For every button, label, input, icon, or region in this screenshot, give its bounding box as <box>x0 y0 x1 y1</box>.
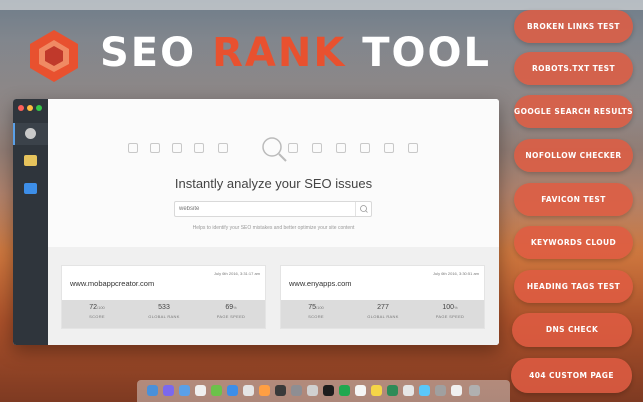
feature-404-custom-page: 404 CUSTOM PAGE <box>511 358 632 393</box>
decor-icon <box>288 143 298 153</box>
page-speed-value: 69 <box>225 304 234 311</box>
zoom-window-button[interactable] <box>36 105 42 111</box>
page-speed-label: PAGE SPEED <box>216 314 246 319</box>
envelope-icon[interactable] <box>24 183 37 194</box>
decor-icon <box>194 143 204 153</box>
page-speed-suffix: % <box>454 305 458 310</box>
magnifier-icon <box>262 137 287 162</box>
decor-icon <box>128 143 138 153</box>
dock-app-icon[interactable] <box>339 385 350 396</box>
dock-app-icon[interactable] <box>195 385 206 396</box>
title-accent: RANK <box>212 30 347 76</box>
stat-global-rank: 277 GLOBAL RANK <box>353 304 413 319</box>
global-rank-label: GLOBAL RANK <box>148 314 180 319</box>
result-card[interactable]: July 6th 2016, 3:30:51 am www.enyapps.co… <box>280 265 485 329</box>
feature-robots-txt-test: ROBOTS.TXT TEST <box>514 52 633 85</box>
decor-icon <box>218 143 228 153</box>
search-icon <box>360 205 368 213</box>
decor-icon <box>408 143 418 153</box>
score-value: 72 <box>89 304 97 311</box>
feature-keywords-cloud: KEYWORDS CLOUD <box>514 226 633 259</box>
search-button[interactable] <box>355 202 371 216</box>
dock-app-icon[interactable] <box>291 385 302 396</box>
decor-icon <box>384 143 394 153</box>
global-rank-label: GLOBAL RANK <box>367 314 399 319</box>
menu-bar <box>0 0 643 10</box>
dock <box>137 380 510 402</box>
stat-page-speed: 69% PAGE SPEED <box>201 304 261 319</box>
dock-app-icon[interactable] <box>323 385 334 396</box>
dock-app-icon[interactable] <box>211 385 222 396</box>
result-date: July 6th 2016, 3:31:17 am <box>213 271 260 276</box>
dock-app-icon[interactable] <box>163 385 174 396</box>
global-rank-value: 277 <box>377 304 389 311</box>
result-stats: 75/100 SCORE 277 GLOBAL RANK 100% PAGE S… <box>281 300 484 328</box>
dock-app-icon[interactable] <box>403 385 414 396</box>
page-speed-value: 100 <box>442 304 455 311</box>
dock-app-icon[interactable] <box>451 385 462 396</box>
decor-icon <box>360 143 370 153</box>
score-label: SCORE <box>89 314 105 319</box>
score-suffix: /100 <box>316 305 324 310</box>
page-speed-label: PAGE SPEED <box>435 314 465 319</box>
stat-score: 75/100 SCORE <box>286 304 346 319</box>
page-speed-suffix: % <box>233 305 237 310</box>
dock-app-icon[interactable] <box>147 385 158 396</box>
main-panel: Instantly analyze your SEO issues Helps … <box>48 99 499 345</box>
decor-icon <box>172 143 182 153</box>
dock-app-icon[interactable] <box>275 385 286 396</box>
result-date: July 6th 2016, 3:30:51 am <box>432 271 479 276</box>
title-part2: TOOL <box>362 30 492 76</box>
sidebar <box>13 99 48 345</box>
feature-heading-tags-test: HEADING TAGS TEST <box>514 270 633 303</box>
feature-broken-links-test: BROKEN LINKS TEST <box>514 10 633 43</box>
dock-app-icon[interactable] <box>307 385 318 396</box>
feature-google-search-results: GOOGLE SEARCH RESULTS <box>514 95 633 128</box>
logo-icon <box>30 30 78 82</box>
score-value: 75 <box>308 304 316 311</box>
website-search-input[interactable] <box>175 202 355 216</box>
dock-app-icon[interactable] <box>243 385 254 396</box>
result-site: www.enyapps.com <box>289 279 352 288</box>
close-window-button[interactable] <box>18 105 24 111</box>
stat-global-rank: 533 GLOBAL RANK <box>134 304 194 319</box>
result-site: www.mobappcreator.com <box>70 279 155 288</box>
dock-app-icon[interactable] <box>179 385 190 396</box>
mail-icon[interactable] <box>24 155 37 166</box>
hero-subtitle: Helps to identify your SEO mistakes and … <box>192 225 355 231</box>
stat-score: 72/100 SCORE <box>67 304 127 319</box>
dock-app-icon[interactable] <box>387 385 398 396</box>
decor-icon <box>336 143 346 153</box>
dock-app-icon[interactable] <box>371 385 382 396</box>
results-area: July 6th 2016, 3:31:17 am www.mobappcrea… <box>48 247 499 345</box>
global-rank-value: 533 <box>158 304 170 311</box>
dock-app-icon[interactable] <box>469 385 480 396</box>
dock-app-icon[interactable] <box>419 385 430 396</box>
search-box <box>174 201 372 217</box>
feature-favicon-test: FAVICON TEST <box>514 183 633 216</box>
dock-app-icon[interactable] <box>227 385 238 396</box>
app-window: Instantly analyze your SEO issues Helps … <box>13 99 499 345</box>
stat-page-speed: 100% PAGE SPEED <box>420 304 480 319</box>
title-part1: SEO <box>100 30 197 76</box>
hero-section: Instantly analyze your SEO issues Helps … <box>48 99 499 247</box>
seo-globe-icon <box>25 128 36 139</box>
decor-icon <box>150 143 160 153</box>
result-card[interactable]: July 6th 2016, 3:31:17 am www.mobappcrea… <box>61 265 266 329</box>
minimize-window-button[interactable] <box>27 105 33 111</box>
score-suffix: /100 <box>97 305 105 310</box>
feature-dns-check: DNS CHECK <box>512 313 632 347</box>
decor-icon <box>312 143 322 153</box>
score-label: SCORE <box>308 314 324 319</box>
dock-app-icon[interactable] <box>355 385 366 396</box>
feature-nofollow-checker: NOFOLLOW CHECKER <box>514 139 633 172</box>
dock-app-icon[interactable] <box>435 385 446 396</box>
hero-title: Instantly analyze your SEO issues <box>174 176 373 191</box>
result-stats: 72/100 SCORE 533 GLOBAL RANK 69% PAGE SP… <box>62 300 265 328</box>
app-title: SEO RANK TOOL <box>100 30 491 76</box>
dock-app-icon[interactable] <box>259 385 270 396</box>
